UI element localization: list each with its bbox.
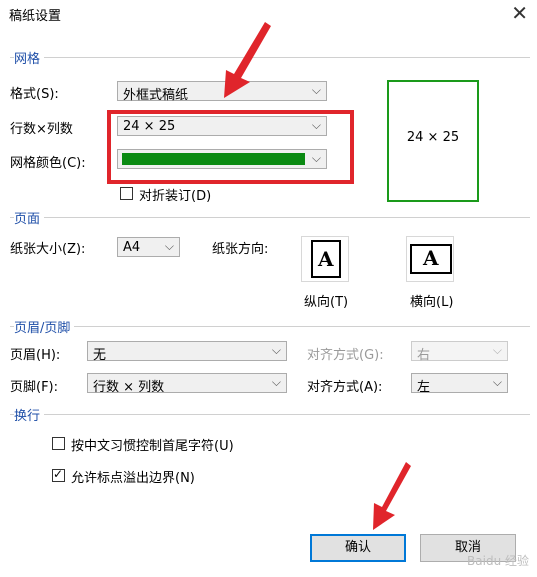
- section-grid-label: 网格: [14, 48, 45, 67]
- footer-value: 行数 × 列数: [93, 380, 165, 395]
- chevron-down-icon: ⌵: [492, 343, 502, 357]
- section-wrap-label: 换行: [14, 405, 45, 424]
- paper-size-label: 纸张大小(Z):: [10, 242, 86, 257]
- fold-binding-label[interactable]: 对折装订(D): [139, 185, 211, 204]
- title-bar: 稿纸设置 ✕: [0, 0, 537, 28]
- paper-size-value: A4: [123, 240, 141, 255]
- separator: [10, 414, 530, 415]
- chevron-down-icon: ⌵: [164, 239, 174, 253]
- red-arrow-icon: [373, 462, 411, 530]
- portrait-orientation-button[interactable]: A: [301, 236, 349, 282]
- paper-settings-dialog: 稿纸设置 ✕ 网格 格式(S): 外框式稿纸 ⌵ 行数×列数 24 × 25 ⌵…: [0, 0, 537, 577]
- window-title: 稿纸设置: [9, 9, 62, 24]
- fold-binding-checkbox[interactable]: [120, 187, 133, 200]
- paper-size-combobox[interactable]: A4 ⌵: [117, 237, 180, 257]
- header-align-value: 右: [417, 348, 431, 363]
- chevron-down-icon: ⌵: [271, 375, 281, 389]
- checkmark-icon: ✓: [53, 467, 64, 481]
- header-value: 无: [93, 348, 107, 363]
- format-combobox[interactable]: 外框式稿纸 ⌵: [117, 81, 327, 103]
- grid-preview: 24 × 25: [387, 80, 479, 202]
- format-value: 外框式稿纸: [123, 88, 189, 103]
- cjk-line-break-checkbox[interactable]: [52, 437, 65, 450]
- footer-align-combobox[interactable]: 左 ⌵: [411, 373, 508, 395]
- footer-label: 页脚(F):: [10, 380, 59, 395]
- format-label: 格式(S):: [10, 87, 59, 102]
- chevron-down-icon: ⌵: [492, 375, 502, 389]
- ok-button[interactable]: 确认: [310, 534, 406, 562]
- landscape-label[interactable]: 横向(L): [410, 291, 453, 310]
- separator: [10, 217, 530, 218]
- annotation-highlight-box: [107, 110, 354, 184]
- chevron-down-icon: ⌵: [271, 343, 281, 357]
- preview-text: 24 × 25: [406, 130, 460, 145]
- header-label: 页眉(H):: [10, 348, 61, 363]
- header-align-combobox[interactable]: 右 ⌵: [411, 341, 508, 363]
- separator: [10, 57, 530, 58]
- close-icon[interactable]: ✕: [511, 2, 528, 24]
- portrait-page-icon: A: [311, 240, 341, 278]
- footer-align-label: 对齐方式(A):: [307, 380, 383, 395]
- allow-punctuation-overflow-label[interactable]: 允许标点溢出边界(N): [71, 467, 195, 486]
- landscape-orientation-button[interactable]: A: [406, 236, 454, 282]
- chevron-down-icon: ⌵: [311, 83, 321, 97]
- separator: [10, 326, 530, 327]
- grid-color-label: 网格颜色(C):: [10, 156, 86, 171]
- landscape-page-icon: A: [410, 244, 452, 274]
- orientation-label: 纸张方向:: [212, 242, 269, 257]
- section-header-footer-label: 页眉/页脚: [14, 317, 75, 336]
- allow-punctuation-overflow-checkbox[interactable]: ✓: [52, 467, 65, 482]
- footer-align-value: 左: [417, 380, 431, 395]
- watermark: Baidu 经验: [467, 554, 529, 568]
- portrait-label[interactable]: 纵向(T): [304, 291, 348, 310]
- cjk-line-break-label[interactable]: 按中文习惯控制首尾字符(U): [71, 435, 234, 454]
- section-page-label: 页面: [14, 208, 45, 227]
- footer-combobox[interactable]: 行数 × 列数 ⌵: [87, 373, 287, 395]
- header-combobox[interactable]: 无 ⌵: [87, 341, 287, 363]
- rows-cols-label: 行数×列数: [10, 122, 73, 137]
- header-align-label: 对齐方式(G):: [307, 348, 384, 363]
